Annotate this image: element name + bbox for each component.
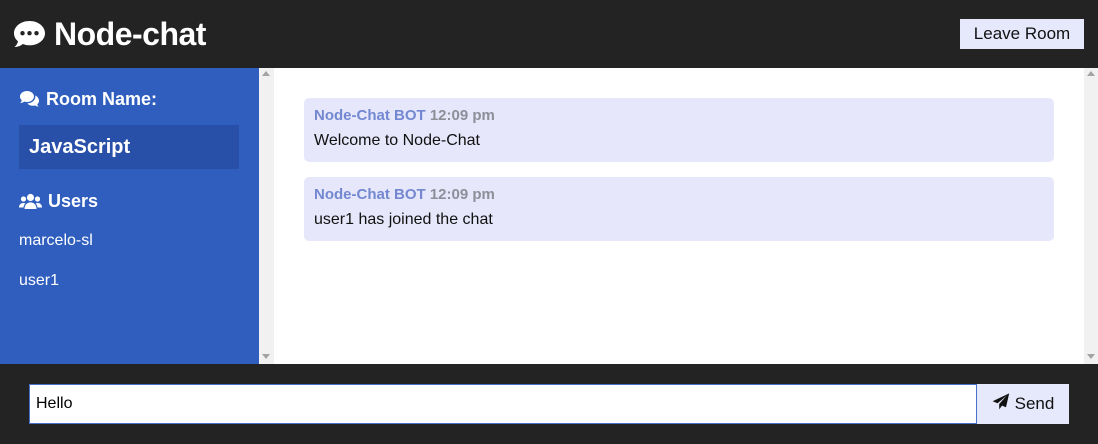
comment-dots-icon <box>13 19 46 49</box>
messages-scrollbar[interactable] <box>1084 68 1098 364</box>
user-list-item: user1 <box>19 272 60 289</box>
message-time: 12:09 pm <box>429 186 495 203</box>
message-author: Node-Chat BOT <box>314 186 426 203</box>
message-author: Node-Chat BOT <box>314 107 426 124</box>
app-title: Node-chat <box>54 15 206 52</box>
send-label: Send <box>1014 394 1055 413</box>
leave-room-button[interactable]: Leave Room <box>960 19 1084 49</box>
users-heading: Users <box>19 189 240 213</box>
scroll-down-arrow-icon[interactable] <box>1087 354 1095 359</box>
user-list-item: marcelo-sl <box>19 232 93 249</box>
message-input[interactable] <box>29 384 977 424</box>
scroll-up-arrow-icon[interactable] <box>1087 71 1095 76</box>
send-button[interactable]: Send <box>977 384 1069 424</box>
app-header: Node-chat Leave Room <box>0 0 1098 68</box>
user-list: marcelo-sl user1 <box>19 229 240 309</box>
room-name-label: Room Name: <box>46 88 158 109</box>
users-icon <box>19 193 42 210</box>
sidebar: Room Name: JavaScript Users marcelo-sl u… <box>0 68 259 364</box>
comments-icon <box>19 90 40 108</box>
room-name-value: JavaScript <box>19 125 239 169</box>
chat-app: Node-chat Leave Room Room Name: JavaScri… <box>0 0 1098 444</box>
room-name-heading: Room Name: <box>19 87 240 111</box>
chat-messages: Node-Chat BOT 12:09 pm Welcome to Node-C… <box>274 68 1084 364</box>
brand: Node-chat <box>13 16 206 53</box>
chat-message: Node-Chat BOT 12:09 pm user1 has joined … <box>304 177 1054 241</box>
message-text: user1 has joined the chat <box>314 211 493 228</box>
scroll-up-arrow-icon[interactable] <box>262 71 270 76</box>
scroll-down-arrow-icon[interactable] <box>262 354 270 359</box>
chat-message: Node-Chat BOT 12:09 pm Welcome to Node-C… <box>304 98 1054 162</box>
message-meta: Node-Chat BOT 12:09 pm <box>314 107 1044 127</box>
users-label: Users <box>48 190 99 211</box>
paper-plane-icon <box>992 393 1010 415</box>
sidebar-scrollbar[interactable] <box>259 68 274 364</box>
message-text: Welcome to Node-Chat <box>314 132 480 149</box>
message-composer: Send <box>0 364 1098 444</box>
message-meta: Node-Chat BOT 12:09 pm <box>314 186 1044 206</box>
message-time: 12:09 pm <box>429 107 495 124</box>
